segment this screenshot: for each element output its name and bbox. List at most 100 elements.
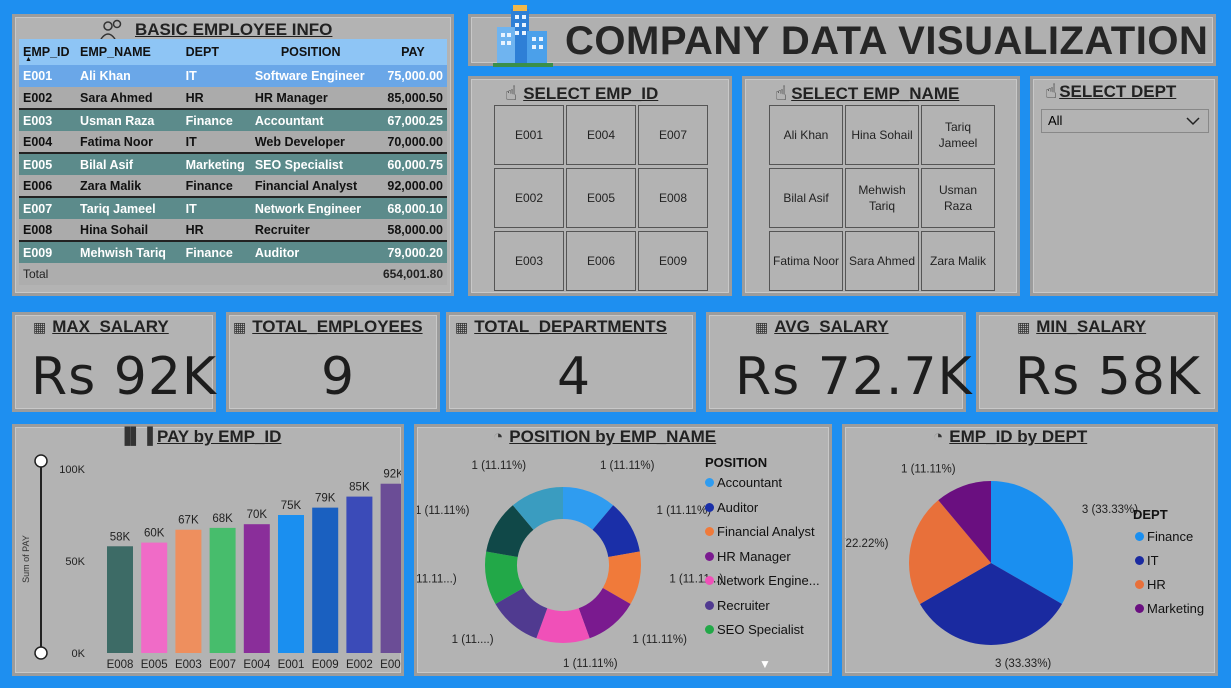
table-row[interactable]: E009 Mehwish Tariq Finance Auditor 79,000.20 xyxy=(19,241,447,263)
x-tick-label: E002 xyxy=(346,659,373,671)
legend-label: Recruiter xyxy=(717,597,770,613)
cell-emp-id: E008 xyxy=(19,219,77,242)
column-header-position[interactable]: POSITION xyxy=(250,39,379,65)
table-total-row: Total 654,001.80 xyxy=(19,263,447,285)
kpi-card-avg-salary: ▦ AVG_SALARY Rs 72.7K xyxy=(706,312,972,412)
cell-position: Auditor xyxy=(250,241,379,263)
emp-name-tile[interactable]: Fatima Noor xyxy=(769,231,843,291)
emp-name-tile[interactable]: Bilal Asif xyxy=(769,168,843,228)
pie-legend-item[interactable]: Marketing xyxy=(1135,601,1204,616)
donut-data-label: 1 (11....) xyxy=(452,634,494,646)
dept-dropdown[interactable]: All xyxy=(1041,109,1209,133)
donut-legend-item[interactable]: Auditor xyxy=(705,500,758,515)
legend-label: Accountant xyxy=(717,475,783,490)
grid-icon: ▦ xyxy=(33,318,47,335)
bar-E009[interactable] xyxy=(312,507,339,653)
table-row[interactable]: E003 Usman Raza Finance Accountant 67,000.25 xyxy=(19,109,447,131)
cell-dept: Finance xyxy=(181,241,251,263)
range-slider-handle-bottom[interactable] xyxy=(34,646,48,660)
cell-pay: 68,000.10 xyxy=(378,197,447,219)
legend-label: Financial Analyst xyxy=(717,524,815,539)
cell-pay: 85,000.50 xyxy=(378,87,447,110)
range-slider-handle-top[interactable] xyxy=(34,454,48,468)
scroll-down-icon[interactable]: ▼ xyxy=(759,657,771,671)
legend-swatch xyxy=(705,527,714,536)
emp-id-tile[interactable]: E009 xyxy=(638,231,708,291)
donut-legend-item[interactable]: Recruiter xyxy=(705,598,770,613)
column-header-pay[interactable]: PAY xyxy=(378,39,447,65)
pie-chart-title: EMP_ID by DEPT xyxy=(949,427,1088,446)
emp-id-tile[interactable]: E007 xyxy=(638,105,708,165)
donut-legend-item[interactable]: Network Engine... xyxy=(705,573,820,588)
pie-legend-item[interactable]: HR xyxy=(1135,577,1166,592)
donut-data-label: 1 (11.11%) xyxy=(417,505,470,517)
table-row[interactable]: E005 Bilal Asif Marketing SEO Specialist 60,… xyxy=(19,153,447,175)
column-header-dept[interactable]: DEPT xyxy=(181,39,251,65)
donut-legend-item[interactable]: Accountant xyxy=(705,475,782,490)
table-row[interactable]: E002 Sara Ahmed HR HR Manager 85,000.50 xyxy=(19,87,447,110)
emp-id-tile[interactable]: E004 xyxy=(566,105,636,165)
cell-pay: 79,000.20 xyxy=(378,241,447,263)
bar-E007[interactable] xyxy=(209,527,236,653)
cell-pay: 60,000.75 xyxy=(378,153,447,175)
bar-E002[interactable] xyxy=(346,496,373,653)
cell-dept: Finance xyxy=(181,175,251,198)
bar-E003[interactable] xyxy=(175,529,202,653)
emp-name-tile[interactable]: Usman Raza xyxy=(921,168,995,228)
emp-id-tile[interactable]: E003 xyxy=(494,231,564,291)
bar-data-label: 75K xyxy=(281,500,302,512)
slicer-dept-title: SELECT DEPT xyxy=(1059,81,1177,101)
emp-id-tile[interactable]: E001 xyxy=(494,105,564,165)
table-row[interactable]: E007 Tariq Jameel IT Network Engineer 68,000… xyxy=(19,197,447,219)
emp-name-tile[interactable]: Mehwish Tariq xyxy=(845,168,919,228)
cell-position: SEO Specialist xyxy=(250,153,379,175)
slicer-emp-name-title: SELECT EMP_NAME xyxy=(791,83,960,103)
donut-legend-item[interactable]: HR Manager xyxy=(705,549,791,564)
cell-emp-id: E003 xyxy=(19,109,77,131)
pie-chart: 3 (33.33%) 3 (33.33%) 2 (22.22%) 1 (11.11%) xyxy=(845,464,1138,670)
bar-E005[interactable] xyxy=(141,542,168,653)
donut-data-label: 1 (11.11%) xyxy=(563,658,618,670)
bar-chart-icon: ▐▌▐ xyxy=(119,428,154,445)
grid-icon: ▦ xyxy=(233,318,247,335)
donut-legend-item[interactable]: SEO Specialist xyxy=(705,622,804,637)
bar-chart-title: PAY by EMP_ID xyxy=(157,427,282,446)
emp-name-tile[interactable]: Sara Ahmed xyxy=(845,231,919,291)
emp-id-tile[interactable]: E006 xyxy=(566,231,636,291)
table-row[interactable]: E004 Fatima Noor IT Web Developer 70,000.00 xyxy=(19,131,447,154)
legend-swatch xyxy=(1135,556,1144,565)
emp-name-tile[interactable]: Zara Malik xyxy=(921,231,995,291)
table-row[interactable]: E008 Hina Sohail HR Recruiter 58,000.00 xyxy=(19,219,447,242)
cell-position: Financial Analyst xyxy=(250,175,379,198)
emp-name-tile[interactable]: Ali Khan xyxy=(769,105,843,165)
kpi-card-value: 9 xyxy=(321,347,356,407)
pie-data-label: 3 (33.33%) xyxy=(1082,504,1138,516)
emp-name-tile[interactable]: Tariq Jameel xyxy=(921,105,995,165)
pie-legend-item[interactable]: IT xyxy=(1135,553,1159,568)
cell-emp-name: Tariq Jameel xyxy=(76,197,182,219)
donut-legend-item[interactable]: Financial Analyst xyxy=(705,524,815,539)
bar-E001[interactable] xyxy=(278,515,304,653)
emp-name-tile[interactable]: Hina Sohail xyxy=(845,105,919,165)
table-row[interactable]: E006 Zara Malik Finance Financial Analyst 92… xyxy=(19,175,447,198)
bar-data-label: 60K xyxy=(144,528,165,540)
bar-E004[interactable] xyxy=(243,524,270,653)
x-tick-label: E008 xyxy=(107,659,134,671)
kpi-card-title: TOTAL_EMPLOYEES xyxy=(252,317,423,336)
cell-pay: 75,000.00 xyxy=(378,65,447,87)
bar-E008[interactable] xyxy=(107,546,133,653)
column-header-emp-id[interactable]: EMP_ID ▲ xyxy=(19,39,77,65)
table-header-row: EMP_ID ▲ EMP_NAME DEPT POSITION PAY xyxy=(19,39,447,65)
emp-id-tile[interactable]: E002 xyxy=(494,168,564,228)
emp-id-tile[interactable]: E008 xyxy=(638,168,708,228)
x-tick-label: E005 xyxy=(141,659,168,671)
legend-swatch xyxy=(705,625,714,634)
dept-dropdown-value: All xyxy=(1048,113,1063,128)
kpi-card-title: AVG_SALARY xyxy=(774,317,889,336)
pie-legend-item[interactable]: Finance xyxy=(1135,529,1193,544)
emp-id-tile[interactable]: E005 xyxy=(566,168,636,228)
bar-E006[interactable] xyxy=(380,483,401,653)
cell-dept: Marketing xyxy=(181,153,251,175)
column-header-emp-name[interactable]: EMP_NAME xyxy=(76,39,182,65)
table-row[interactable]: E001 Ali Khan IT Software Engineer 75,000.00 xyxy=(19,65,447,87)
